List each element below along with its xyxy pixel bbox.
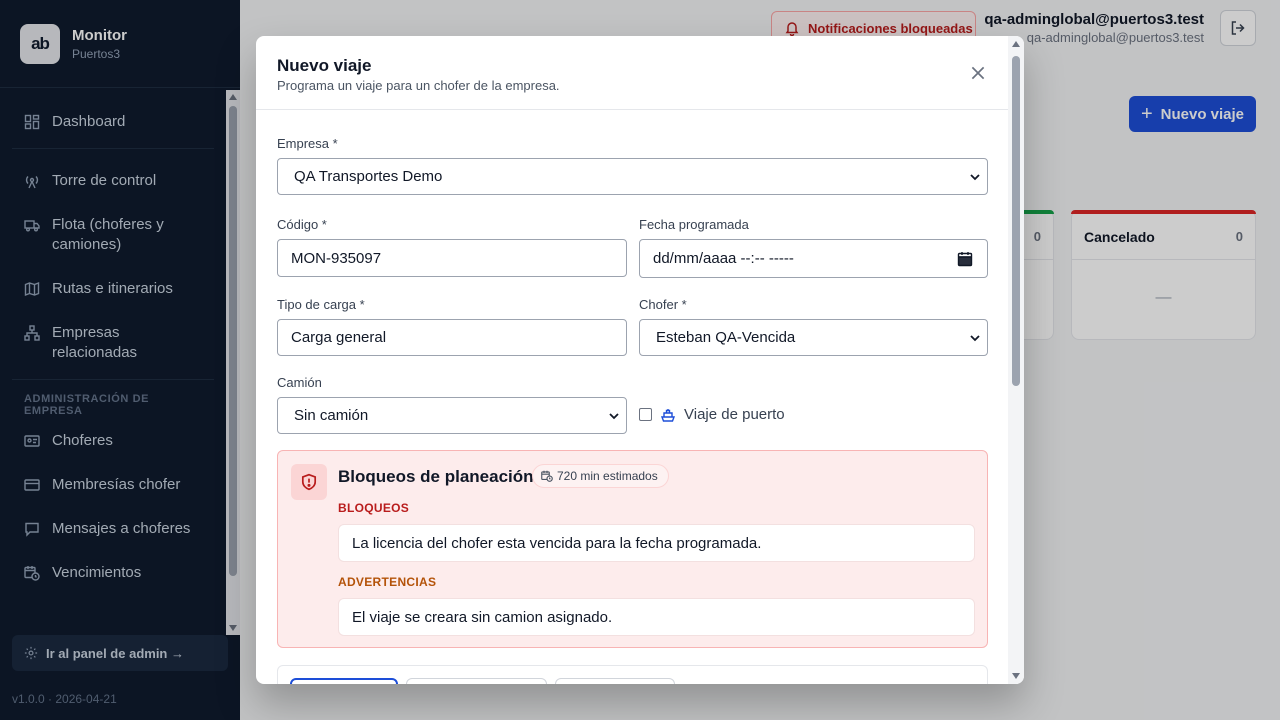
blocks-heading: BLOQUEOS <box>338 501 410 515</box>
estimate-text: 720 min estimados <box>557 469 658 483</box>
blocks-title: Bloqueos de planeación <box>338 467 534 486</box>
codigo-value: MON-935097 <box>291 249 382 267</box>
chevron-down-icon <box>970 335 980 342</box>
chofer-value: Esteban QA-Vencida <box>656 329 796 346</box>
modal-title: Nuevo viaje <box>277 56 372 75</box>
fecha-input[interactable]: dd/mm/aaaa --:-- ----- <box>639 239 988 278</box>
fecha-placeholder: dd/mm/aaaa --:-- ----- <box>653 250 794 267</box>
codigo-label: Código * <box>277 217 327 232</box>
new-trip-modal: Nuevo viaje Programa un viaje para un ch… <box>256 36 1024 684</box>
empresa-value: QA Transportes Demo <box>294 168 443 185</box>
scroll-thumb[interactable] <box>1012 56 1020 386</box>
tab-stub[interactable] <box>406 678 547 684</box>
chofer-select[interactable]: Esteban QA-Vencida <box>639 319 988 356</box>
fecha-label: Fecha programada <box>639 217 749 232</box>
camion-label: Camión <box>277 375 322 390</box>
codigo-input[interactable]: MON-935097 <box>277 239 627 277</box>
close-icon[interactable] <box>969 64 987 82</box>
viaje-puerto-label: Viaje de puerto <box>684 406 785 423</box>
scroll-up-arrow-icon[interactable] <box>1012 41 1020 47</box>
chofer-label: Chofer * <box>639 297 687 312</box>
modal-scrollbar[interactable] <box>1008 36 1024 684</box>
tipo-carga-value: Carga general <box>291 329 387 346</box>
estimate-badge: 720 min estimados <box>532 464 669 488</box>
modal-header: Nuevo viaje Programa un viaje para un ch… <box>256 36 1008 110</box>
modal-subtitle: Programa un viaje para un chofer de la e… <box>277 78 560 93</box>
calendar-icon[interactable] <box>957 251 973 267</box>
planning-blocks-panel: Bloqueos de planeación 720 min estimados… <box>277 450 988 648</box>
chevron-down-icon <box>609 413 619 420</box>
viaje-puerto-option: Viaje de puerto <box>639 406 785 423</box>
calendar-clock-icon <box>541 470 553 482</box>
scroll-down-arrow-icon[interactable] <box>1012 673 1020 679</box>
chevron-down-icon <box>970 174 980 181</box>
tipo-carga-label: Tipo de carga * <box>277 297 365 312</box>
warning-message: El viaje se creara sin camion asignado. <box>338 598 975 636</box>
tab-stub[interactable] <box>555 678 675 684</box>
empresa-label: Empresa * <box>277 136 338 151</box>
shield-alert-icon <box>291 464 327 500</box>
camion-select[interactable]: Sin camión <box>277 397 627 434</box>
empresa-select[interactable]: QA Transportes Demo <box>277 158 988 195</box>
tab-stub[interactable] <box>290 678 398 684</box>
modal-tabs-row <box>277 665 988 684</box>
warnings-heading: ADVERTENCIAS <box>338 575 437 589</box>
camion-value: Sin camión <box>294 407 369 424</box>
tipo-carga-input[interactable]: Carga general <box>277 319 627 356</box>
viaje-puerto-checkbox[interactable] <box>639 408 652 421</box>
block-message: La licencia del chofer esta vencida para… <box>338 524 975 562</box>
ship-icon <box>660 408 676 422</box>
